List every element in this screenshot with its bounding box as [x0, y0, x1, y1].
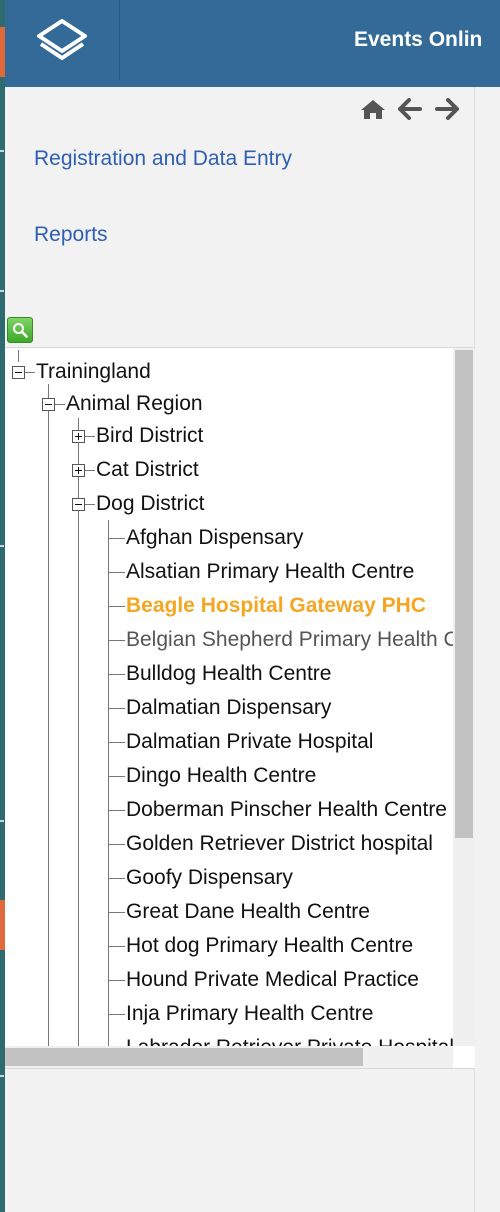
- tree-node-facility[interactable]: Belgian Shepherd Primary Health Centre: [126, 628, 453, 652]
- expand-toggle[interactable]: [72, 430, 85, 443]
- tree-node-facility[interactable]: Afghan Dispensary: [126, 526, 303, 550]
- tree-node-facility[interactable]: Hound Private Medical Practice: [126, 968, 419, 992]
- tree-connector: [109, 776, 125, 777]
- tree-node-root[interactable]: Trainingland: [36, 360, 151, 384]
- tree-node-region[interactable]: Animal Region: [66, 392, 203, 416]
- tree-node-district[interactable]: Dog District: [96, 492, 205, 516]
- tree-horizontal-scrollbar[interactable]: [5, 1046, 453, 1068]
- tree-node-district[interactable]: Bird District: [96, 424, 203, 448]
- collapse-toggle[interactable]: [72, 498, 85, 511]
- strip-mark: [0, 290, 4, 292]
- tree-connector: [109, 980, 125, 981]
- tree-node-facility[interactable]: Goofy Dispensary: [126, 866, 293, 890]
- org-unit-tree: Trainingland Animal Region Bird District…: [5, 347, 475, 1069]
- tree-connector: [85, 504, 95, 505]
- tree-node-district[interactable]: Cat District: [96, 458, 199, 482]
- collapse-toggle[interactable]: [12, 366, 25, 379]
- tree-vertical-scrollbar[interactable]: [453, 348, 475, 1046]
- home-icon[interactable]: [360, 98, 386, 125]
- tree-node-facility[interactable]: Hot dog Primary Health Centre: [126, 934, 413, 958]
- tree-node-facility[interactable]: Dalmatian Dispensary: [126, 696, 331, 720]
- logo-button[interactable]: [5, 0, 119, 87]
- strip-mark: [0, 150, 4, 152]
- reports-link[interactable]: Reports: [34, 223, 108, 247]
- tree-guide-line: [78, 418, 79, 1046]
- collapse-toggle[interactable]: [42, 398, 55, 411]
- header-divider: [119, 0, 120, 80]
- search-button[interactable]: [7, 317, 33, 343]
- tree-connector: [85, 470, 95, 471]
- nav-icons: [360, 98, 467, 125]
- tree-node-facility[interactable]: Labrador Retriever Private Hospital: [126, 1036, 453, 1046]
- tree-connector: [109, 538, 125, 539]
- tree-guide-line: [108, 520, 109, 1046]
- strip-mark: [0, 545, 4, 547]
- tree-connector: [55, 404, 65, 405]
- tree-connector: [85, 436, 95, 437]
- expand-toggle[interactable]: [72, 464, 85, 477]
- strip-mark: [0, 820, 4, 822]
- tree-connector: [109, 708, 125, 709]
- tree-connector: [25, 372, 35, 373]
- app-title: Events Onlin: [354, 28, 483, 51]
- scrollbar-thumb[interactable]: [455, 350, 473, 838]
- tree-node-facility[interactable]: Inja Primary Health Centre: [126, 1002, 373, 1026]
- arrow-right-icon[interactable]: [434, 98, 459, 125]
- tree-connector: [109, 606, 125, 607]
- tree-node-facility[interactable]: Great Dane Health Centre: [126, 900, 370, 924]
- tree-connector: [109, 810, 125, 811]
- tree-viewport: Trainingland Animal Region Bird District…: [5, 348, 453, 1046]
- registration-link[interactable]: Registration and Data Entry: [34, 147, 292, 171]
- strip-mark: [0, 1075, 4, 1077]
- tree-node-facility[interactable]: Dingo Health Centre: [126, 764, 316, 788]
- scrollbar-thumb[interactable]: [5, 1048, 363, 1066]
- tree-connector: [109, 844, 125, 845]
- tree-connector: [109, 912, 125, 913]
- tree-connector: [109, 1014, 125, 1015]
- tree-connector: [109, 674, 125, 675]
- tree-connector: [109, 878, 125, 879]
- tree-guide-line: [48, 384, 49, 1046]
- app-header: Events Onlin: [5, 0, 500, 87]
- tree-node-facility[interactable]: Alsatian Primary Health Centre: [126, 560, 414, 584]
- tree-connector: [109, 640, 125, 641]
- tree-node-facility-selected[interactable]: Beagle Hospital Gateway PHC: [126, 594, 426, 618]
- tree-connector: [109, 572, 125, 573]
- tree-connector: [109, 946, 125, 947]
- tree-connector: [109, 742, 125, 743]
- tree-node-facility[interactable]: Dalmatian Private Hospital: [126, 730, 373, 754]
- tree-node-facility[interactable]: Bulldog Health Centre: [126, 662, 331, 686]
- tree-node-facility[interactable]: Golden Retriever District hospital: [126, 832, 433, 856]
- tree-node-facility[interactable]: Doberman Pinscher Health Centre: [126, 798, 447, 822]
- arrow-left-icon[interactable]: [398, 98, 423, 125]
- tree-guide-line: [18, 350, 19, 362]
